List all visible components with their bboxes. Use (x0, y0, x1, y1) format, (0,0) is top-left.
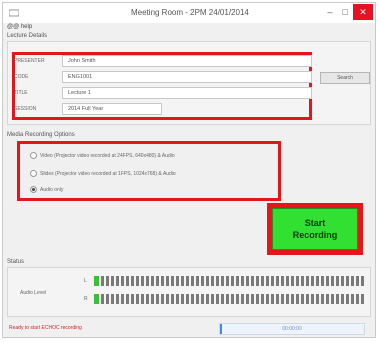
audio-level-label: Audio Level (20, 290, 47, 296)
radio-label-audio: Audio only (40, 186, 64, 193)
start-label-line2: Recording (292, 230, 338, 240)
channel-left-label: L (84, 278, 87, 284)
radio-label-video: Video (Projector video recorded at 24FPS… (40, 152, 175, 159)
meter-level-right (94, 294, 99, 304)
start-recording-button[interactable]: Start Recording (272, 208, 358, 250)
status-message: Ready to start ECHOC recording (9, 325, 82, 331)
presenter-field[interactable]: John Smith (62, 55, 312, 67)
audio-meter-left (94, 276, 364, 286)
meter-level-left (94, 276, 99, 286)
channel-right-label: R (84, 296, 88, 302)
start-recording-highlight: Start Recording (267, 203, 363, 255)
radio-option-slides[interactable]: Slides (Projector video recorded at 1FPS… (30, 170, 176, 177)
status-group: Audio Level L R (7, 267, 371, 317)
meter-ticks-left (101, 276, 364, 286)
media-section-label: Media Recording Options (7, 132, 75, 138)
lecture-details-group: PRESENTER John Smith CODE ENG1001 TITLE … (7, 41, 371, 125)
radio-icon[interactable] (30, 170, 37, 177)
window-title: Meeting Room - 2PM 24/01/2014 (131, 8, 249, 17)
minimize-button[interactable]: – (323, 4, 337, 20)
title-bar: Meeting Room - 2PM 24/01/2014 – □ ✕ (3, 3, 375, 23)
radio-option-video[interactable]: Video (Projector video recorded at 24FPS… (30, 152, 175, 159)
radio-icon-selected[interactable] (30, 186, 37, 193)
code-label: CODE (14, 74, 29, 80)
title-label: TITLE (14, 90, 28, 96)
audio-meter-right (94, 294, 364, 304)
radio-label-slides: Slides (Projector video recorded at 1FPS… (40, 170, 176, 177)
status-section-label: Status (7, 259, 25, 265)
session-select[interactable]: 2014 Full Year (62, 103, 162, 115)
recording-progress-bar: 00:00:00 (219, 323, 365, 335)
app-icon (9, 9, 19, 17)
progress-text: 00:00:00 (282, 326, 302, 332)
lecture-section-label: Lecture Details (7, 33, 48, 39)
radio-icon[interactable] (30, 152, 37, 159)
app-window: Meeting Room - 2PM 24/01/2014 – □ ✕ @@ h… (2, 2, 376, 338)
maximize-button[interactable]: □ (339, 4, 351, 20)
title-field[interactable]: Lecture 1 (62, 87, 312, 99)
session-label: SESSION (14, 106, 37, 112)
close-button[interactable]: ✕ (353, 4, 373, 20)
meter-ticks-right (101, 294, 364, 304)
code-field[interactable]: ENG1001 (62, 71, 312, 83)
menu-bar: @@ help (7, 24, 32, 30)
media-highlight-box: Video (Projector video recorded at 24FPS… (17, 141, 281, 201)
radio-option-audio[interactable]: Audio only (30, 186, 63, 193)
menu-item-help[interactable]: @@ help (7, 24, 32, 30)
start-label-line1: Start (304, 218, 326, 228)
search-button[interactable]: Search (320, 72, 370, 84)
presenter-label: PRESENTER (14, 58, 45, 64)
